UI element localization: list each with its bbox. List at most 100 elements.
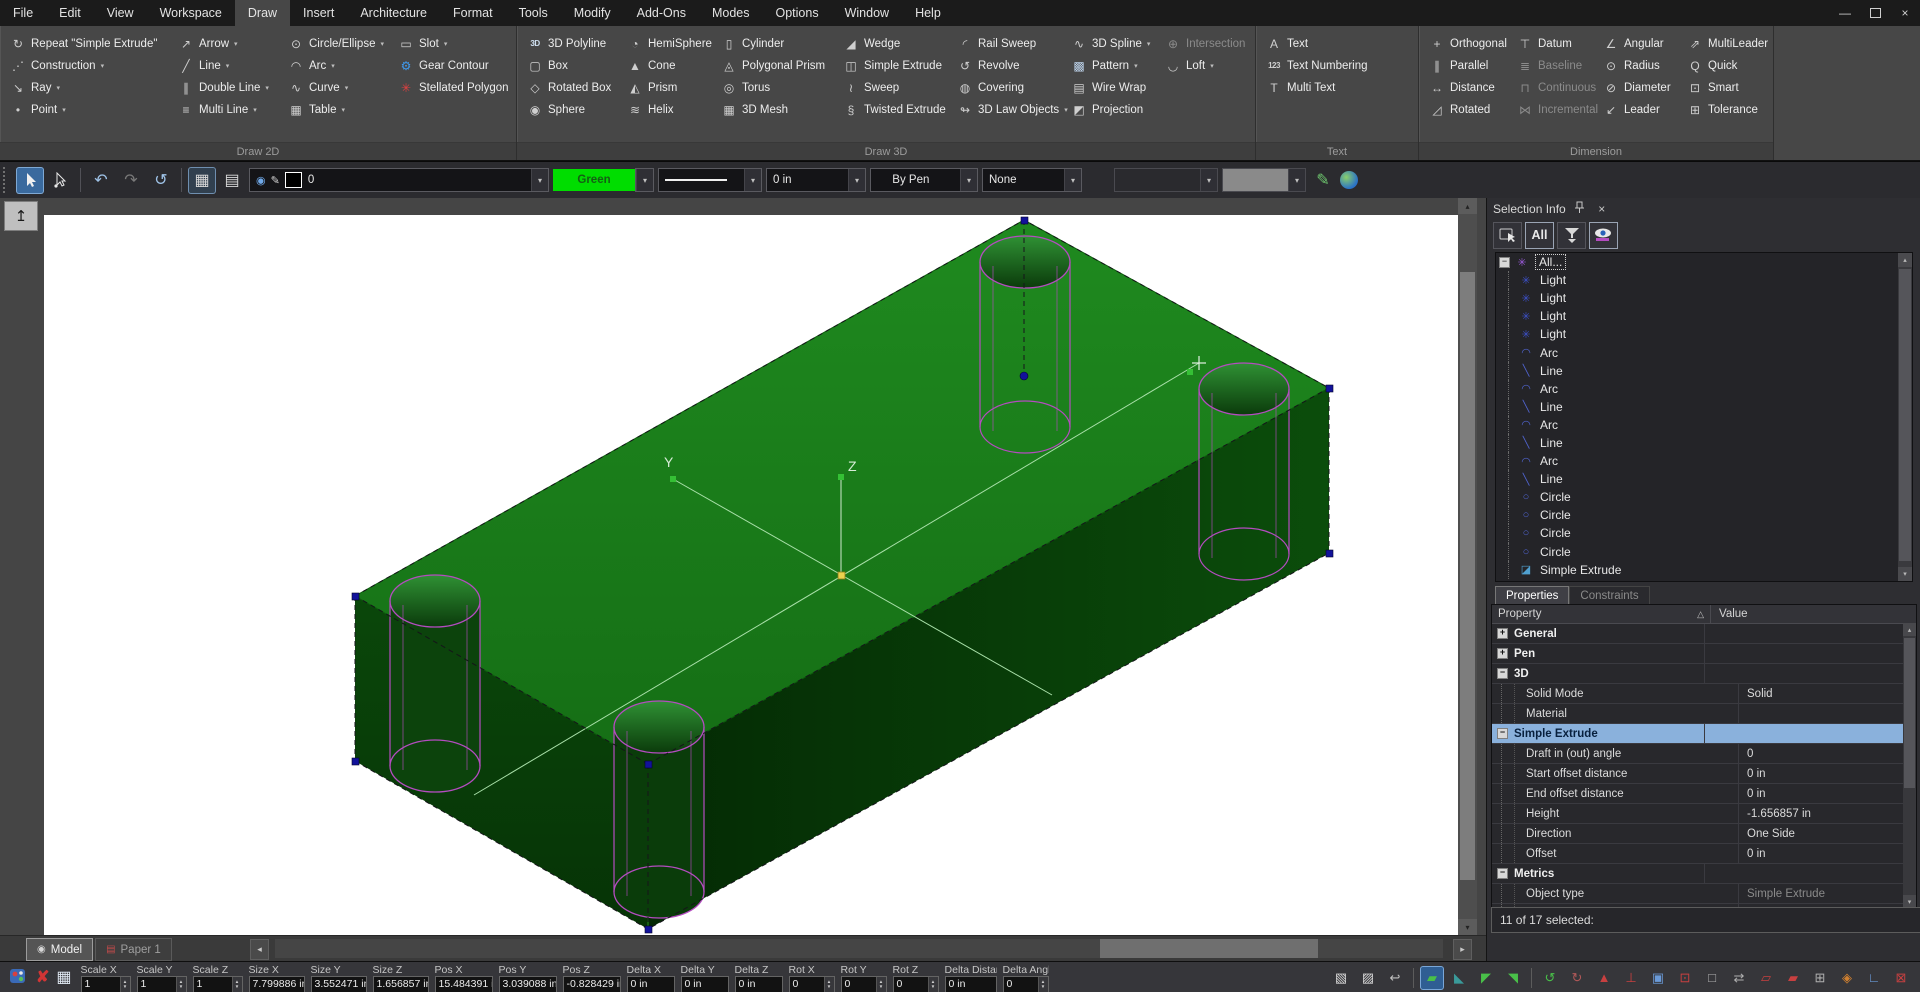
- frame-select-icon[interactable]: ▣: [1647, 967, 1669, 989]
- grid-scroll-up-icon[interactable]: ▴: [1903, 623, 1916, 636]
- tree-scrollbar[interactable]: ▴ ▾: [1898, 253, 1912, 581]
- ribbon-item-torus[interactable]: ◎Torus: [721, 77, 843, 99]
- grid-scroll-thumb[interactable]: [1904, 638, 1915, 788]
- highlight-filter-icon[interactable]: [1557, 222, 1586, 249]
- panel-close-icon[interactable]: ×: [1594, 202, 1610, 216]
- ribbon-item-circle-ellipse[interactable]: ⊙Circle/Ellipse▾: [288, 33, 398, 55]
- ribbon-item-3d-spline[interactable]: ∿3D Spline▾: [1071, 33, 1165, 55]
- press-tool-icon[interactable]: ⊥: [1620, 967, 1642, 989]
- field-input-scale-y[interactable]: 1▲▼: [137, 976, 187, 992]
- ribbon-item-curve[interactable]: ∿Curve▾: [288, 77, 398, 99]
- menu-edit[interactable]: Edit: [46, 0, 94, 26]
- swap-arrows-icon[interactable]: ⇄: [1728, 967, 1750, 989]
- property-value[interactable]: 0 in: [1747, 768, 1766, 780]
- tree-item-line[interactable]: ╲Line: [1496, 362, 1912, 380]
- tree-item-all[interactable]: −✳All...: [1496, 253, 1912, 271]
- property-value[interactable]: Solid: [1747, 688, 1773, 700]
- selector-return-icon[interactable]: ↺: [1539, 967, 1561, 989]
- ribbon-item-rotated-box[interactable]: ◇Rotated Box: [527, 77, 627, 99]
- copy-overlay-icon[interactable]: ▱: [1755, 967, 1777, 989]
- ribbon-item-3d-mesh[interactable]: ▦3D Mesh: [721, 99, 843, 121]
- spinner-icons[interactable]: ▲▼: [120, 977, 130, 992]
- field-input-pos-x[interactable]: 15.484391 in: [435, 976, 493, 992]
- ribbon-item-gear-contour[interactable]: ⚙Gear Contour: [398, 55, 514, 77]
- restore-icon[interactable]: [1860, 0, 1890, 26]
- color-dropdown-icon[interactable]: ▾: [636, 169, 653, 191]
- ribbon-item-wire-wrap[interactable]: ▤Wire Wrap: [1071, 77, 1165, 99]
- property-row-start-offset-distance[interactable]: Start offset distance0 in: [1492, 764, 1916, 784]
- property-row-metrics[interactable]: −Metrics: [1492, 864, 1916, 884]
- spin-down-icon[interactable]: ▼: [235, 985, 239, 990]
- field-input-rot-z[interactable]: 0▲▼: [893, 976, 939, 992]
- tree-item-light[interactable]: ✳Light: [1496, 289, 1912, 307]
- property-value[interactable]: 0 in: [1747, 788, 1766, 800]
- ribbon-item-loft[interactable]: ◡Loft▾: [1165, 55, 1253, 77]
- menu-workspace[interactable]: Workspace: [147, 0, 235, 26]
- outline-select-icon[interactable]: □: [1701, 967, 1723, 989]
- ribbon-item-construction[interactable]: ⋰Construction▾: [10, 55, 178, 77]
- property-value[interactable]: 0 in: [1747, 848, 1766, 860]
- spin-down-icon[interactable]: ▼: [827, 985, 831, 990]
- format-painter-icon[interactable]: ✎: [1310, 168, 1336, 193]
- ribbon-item-rail-sweep[interactable]: ◜Rail Sweep: [957, 33, 1071, 55]
- field-input-rot-y[interactable]: 0▲▼: [841, 976, 887, 992]
- tree-item-circle[interactable]: ○Circle: [1496, 524, 1912, 542]
- property-row-direction[interactable]: DirectionOne Side: [1492, 824, 1916, 844]
- property-value[interactable]: -1.656857 in: [1747, 808, 1811, 820]
- field-input-delta-y[interactable]: 0 in: [681, 976, 729, 992]
- spin-down-icon[interactable]: ▼: [123, 985, 127, 990]
- ribbon-item-helix[interactable]: ≋Helix: [627, 99, 721, 121]
- tree-item-arc[interactable]: ◠Arc: [1496, 380, 1912, 398]
- menu-format[interactable]: Format: [440, 0, 506, 26]
- ribbon-item-prism[interactable]: ◭Prism: [627, 77, 721, 99]
- tree-item-light[interactable]: ✳Light: [1496, 271, 1912, 289]
- layer-sheets-icon[interactable]: ▤: [219, 168, 245, 193]
- model-viewport[interactable]: Y Z: [44, 215, 1458, 935]
- spin-down-icon[interactable]: ▼: [179, 985, 183, 990]
- ribbon-item-polygonal-prism[interactable]: ◬Polygonal Prism: [721, 55, 843, 77]
- model-3d-object[interactable]: Y Z: [44, 215, 1458, 935]
- selection-info-toggle-icon[interactable]: ▦: [189, 168, 215, 193]
- line-width-dropdown-icon[interactable]: ▾: [848, 169, 865, 191]
- ribbon-item-quick[interactable]: QQuick: [1687, 55, 1771, 77]
- ribbon-item-orthogonal[interactable]: +Orthogonal: [1429, 33, 1517, 55]
- spinner-icons[interactable]: ▲▼: [232, 977, 242, 992]
- property-row-general[interactable]: +General: [1492, 624, 1916, 644]
- property-row-pen[interactable]: +Pen: [1492, 644, 1916, 664]
- ribbon-item-3d-law-objects[interactable]: ↬3D Law Objects▾: [957, 99, 1071, 121]
- ribbon-item-multileader[interactable]: ⇗MultiLeader: [1687, 33, 1771, 55]
- ribbon-item-projection[interactable]: ◩Projection: [1071, 99, 1165, 121]
- field-input-delta-angle[interactable]: 0▲▼: [1003, 976, 1049, 992]
- ribbon-item-tolerance[interactable]: ⊞Tolerance: [1687, 99, 1771, 121]
- field-input-delta-z[interactable]: 0 in: [735, 976, 783, 992]
- ribbon-item-smart[interactable]: ⊡Smart: [1687, 77, 1771, 99]
- menu-insert[interactable]: Insert: [290, 0, 347, 26]
- ribbon-item-arrow[interactable]: ↗Arrow▾: [178, 33, 288, 55]
- ribbon-item-revolve[interactable]: ↺Revolve: [957, 55, 1071, 77]
- coordinate-table-icon[interactable]: ▦: [56, 970, 71, 986]
- scroll-down-icon[interactable]: ▾: [1458, 919, 1477, 935]
- field-input-pos-z[interactable]: -0.828429 in: [563, 976, 621, 992]
- no-frame-icon[interactable]: ⊠: [1890, 967, 1912, 989]
- ribbon-item-hemisphere[interactable]: ◔HemiSphere: [627, 33, 721, 55]
- spin-down-icon[interactable]: ▼: [879, 985, 883, 990]
- tab-constraints[interactable]: Constraints: [1569, 586, 1649, 606]
- menu-window[interactable]: Window: [832, 0, 902, 26]
- scroll-up-icon[interactable]: ▴: [1458, 198, 1477, 214]
- menu-architecture[interactable]: Architecture: [347, 0, 440, 26]
- rotate-selector-icon[interactable]: ↻: [1566, 967, 1588, 989]
- minimize-icon[interactable]: —: [1830, 0, 1860, 26]
- field-input-delta-distance[interactable]: 0 in: [945, 976, 997, 992]
- ribbon-item-box[interactable]: ▢Box: [527, 55, 627, 77]
- tree-item-circle[interactable]: ○Circle: [1496, 506, 1912, 524]
- horizontal-scroll-thumb[interactable]: [1100, 939, 1318, 958]
- layer-dropdown-icon[interactable]: ▾: [531, 169, 548, 191]
- property-row-simple-extrude[interactable]: −Simple Extrude: [1492, 724, 1916, 744]
- property-value[interactable]: Simple Extrude: [1747, 888, 1825, 900]
- menu-options[interactable]: Options: [763, 0, 832, 26]
- select-all-button[interactable]: All: [1525, 222, 1554, 249]
- menu-tools[interactable]: Tools: [506, 0, 561, 26]
- collapse-icon[interactable]: −: [1499, 257, 1510, 268]
- ribbon-item-table[interactable]: ▦Table▾: [288, 99, 398, 121]
- ribbon-item-radius[interactable]: ⊙Radius: [1603, 55, 1687, 77]
